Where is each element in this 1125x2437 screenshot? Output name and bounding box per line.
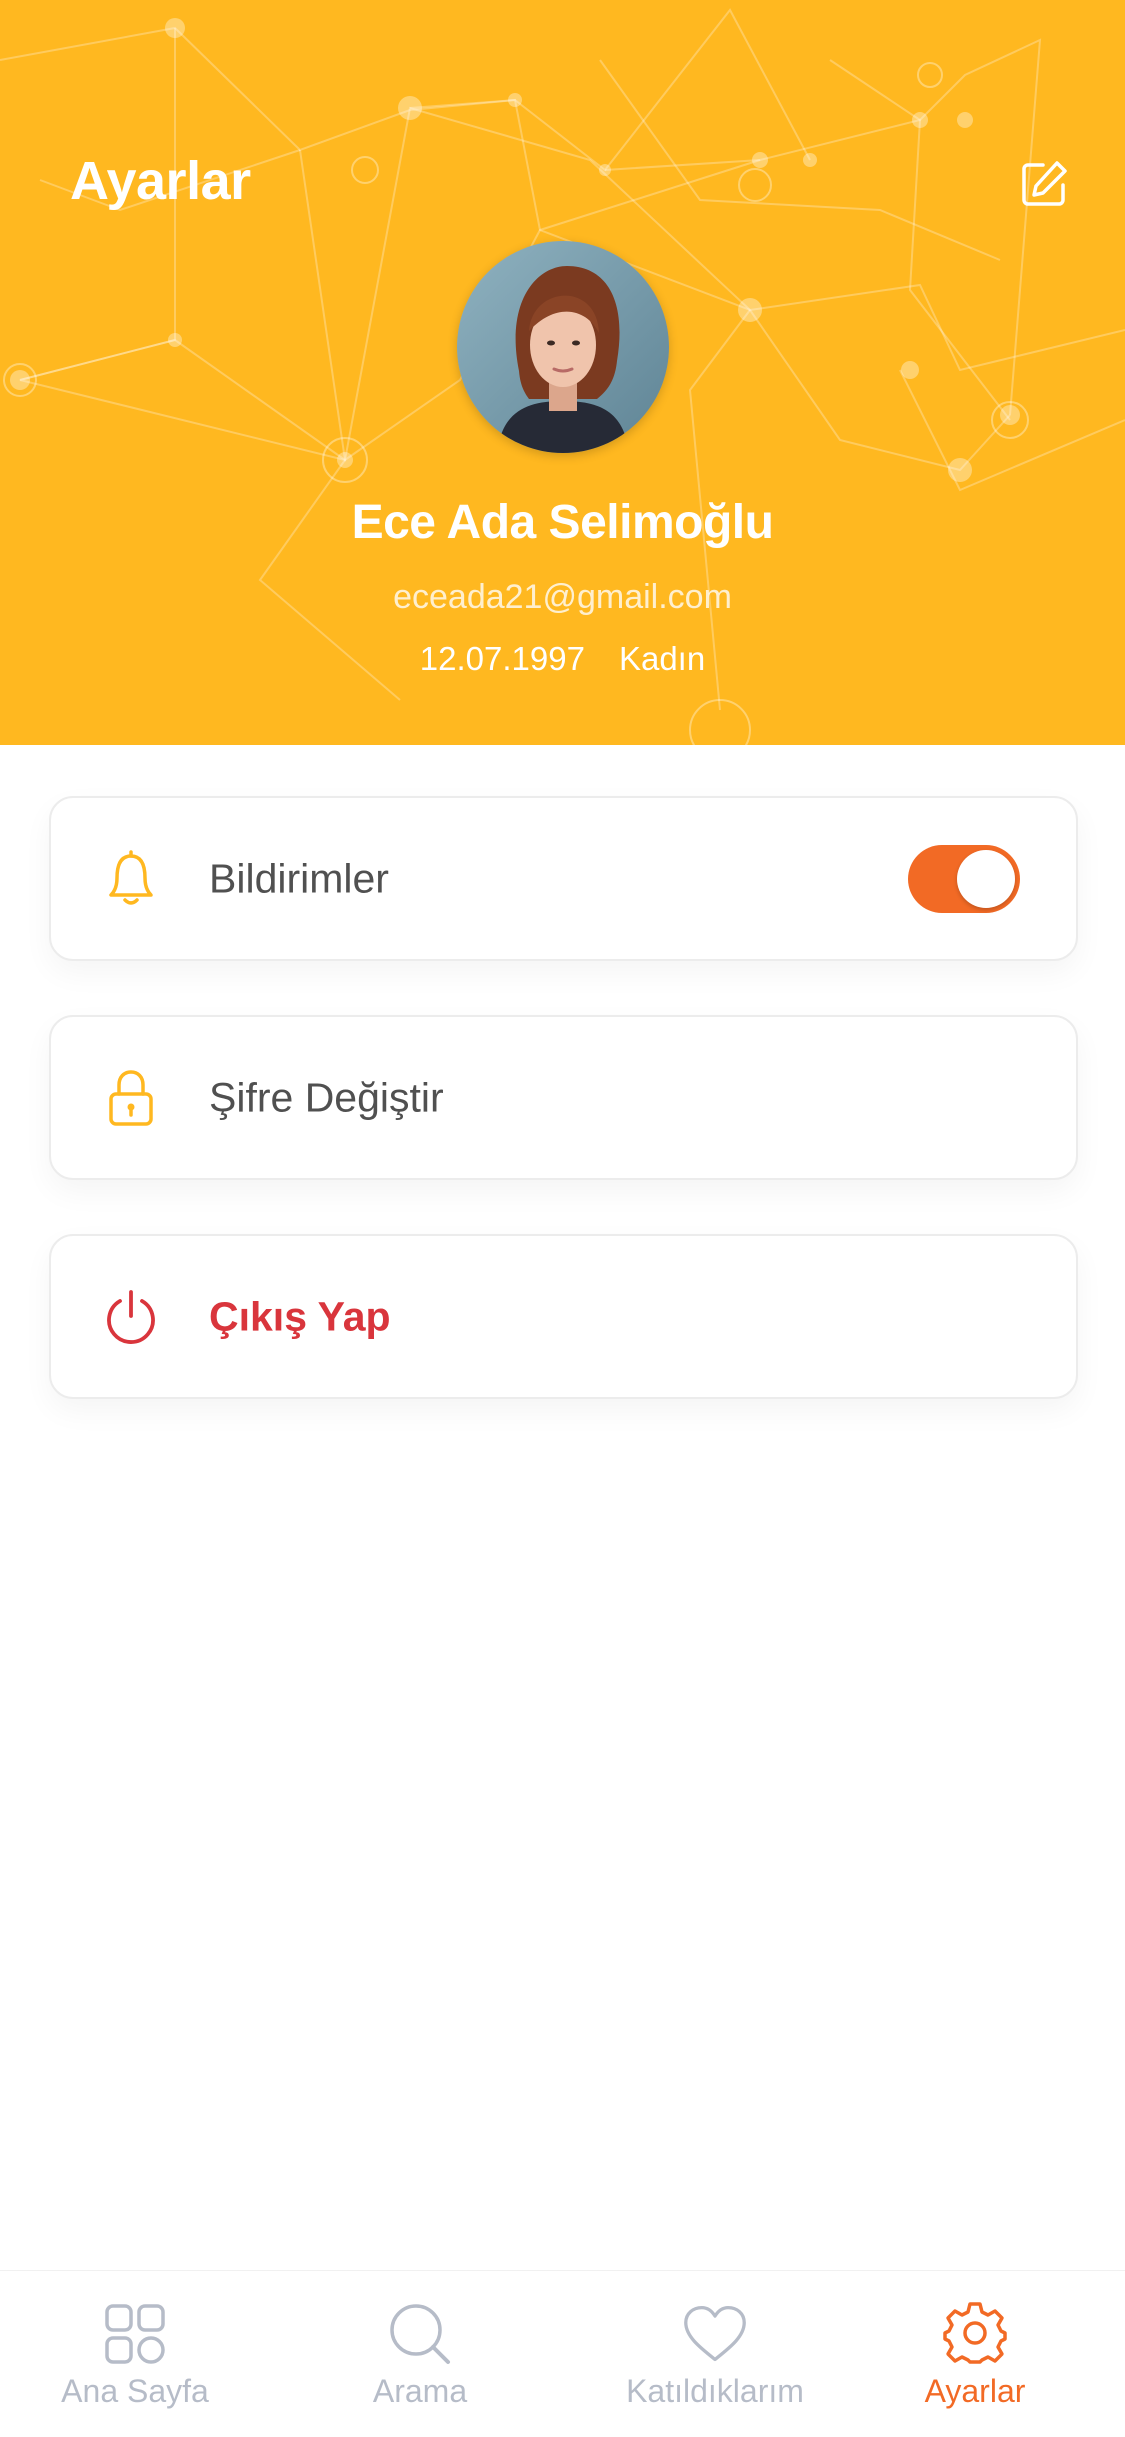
gender: Kadın: [618, 640, 706, 677]
tab-label: Ayarlar: [924, 2373, 1026, 2409]
tab-label: Arama: [372, 2373, 468, 2409]
profile-header: Ayarlar Ece Ada Selimoğlu eceada21@gmail…: [0, 0, 1125, 745]
power-icon: [103, 1287, 159, 1347]
change-password-label: Şifre Değiştir: [209, 1074, 444, 1120]
notifications-label: Bildirimler: [209, 855, 389, 901]
profile-name: Ece Ada Selimoğlu: [351, 496, 774, 549]
grid-icon: [102, 2301, 168, 2367]
notifications-card[interactable]: Bildirimler: [49, 796, 1078, 961]
lock-icon: [103, 1068, 159, 1128]
notifications-toggle[interactable]: [908, 844, 1020, 913]
change-password-card[interactable]: Şifre Değiştir: [49, 1015, 1078, 1180]
tab-settings[interactable]: Ayarlar: [880, 2271, 1070, 2437]
birth-date: 12.07.1997: [419, 640, 585, 677]
search-icon: [387, 2301, 453, 2367]
gear-icon: [942, 2301, 1008, 2367]
logout-card[interactable]: Çıkış Yap: [49, 1234, 1078, 1399]
logout-label: Çıkış Yap: [209, 1293, 391, 1339]
avatar: [457, 241, 669, 453]
avatar-photo: [457, 241, 669, 453]
tab-joined[interactable]: Katıldıklarım: [600, 2271, 830, 2437]
bottom-tab-bar: Ana Sayfa Arama Katıldıklarım Ayarlar: [0, 2270, 1125, 2437]
tab-label: Katıldıklarım: [626, 2373, 804, 2409]
toggle-knob: [957, 849, 1015, 908]
tab-home[interactable]: Ana Sayfa: [30, 2271, 240, 2437]
heart-icon: [682, 2301, 748, 2367]
edit-profile-button[interactable]: [1015, 155, 1073, 213]
edit-icon: [1022, 161, 1067, 206]
tab-label: Ana Sayfa: [61, 2373, 209, 2409]
tab-search[interactable]: Arama: [320, 2271, 520, 2437]
page-title: Ayarlar: [70, 151, 251, 211]
profile-meta: 12.07.1997 Kadın: [0, 640, 1125, 678]
bell-icon: [103, 849, 159, 909]
profile-email: eceada21@gmail.com: [393, 578, 732, 616]
